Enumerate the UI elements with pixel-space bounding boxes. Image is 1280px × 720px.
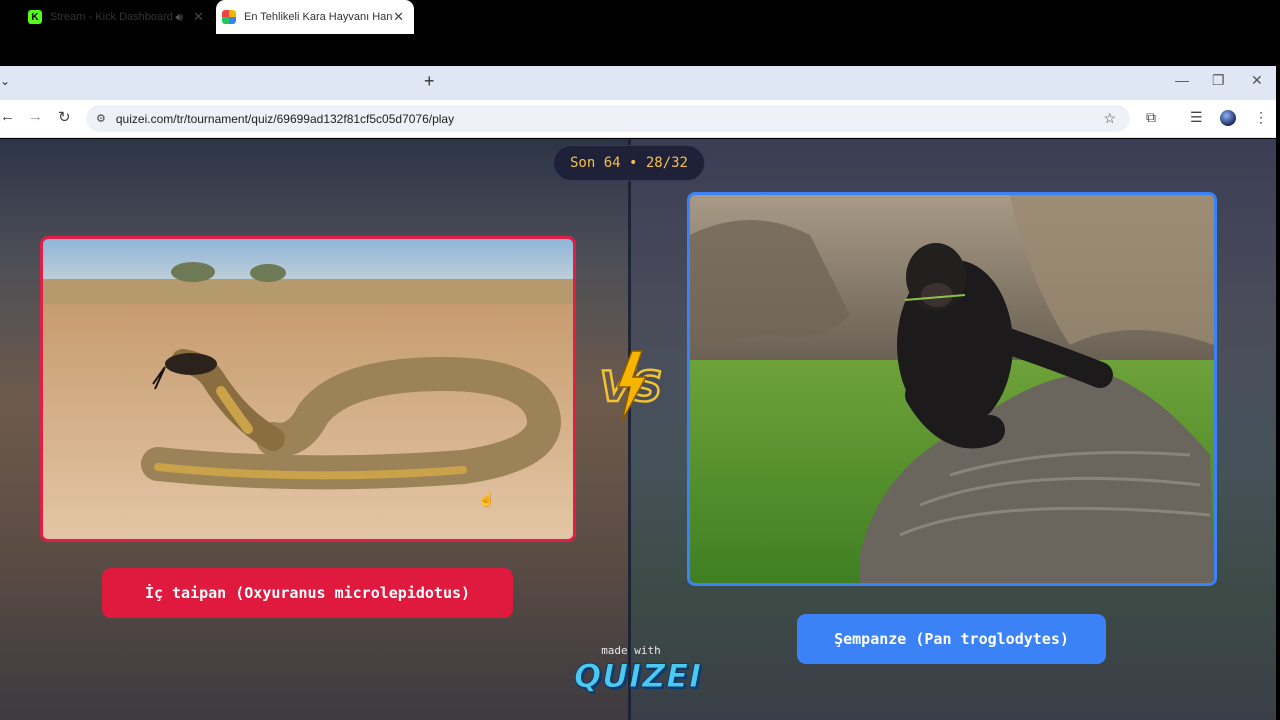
tab-kick-dashboard[interactable]: K Stream - Kick Dashboard 🔊︎ ✕ <box>22 0 214 34</box>
left-choice-card[interactable] <box>40 236 576 542</box>
hand-cursor-icon: ☝ <box>478 491 496 507</box>
right-choice-label: Şempanze (Pan troglodytes) <box>834 630 1069 648</box>
quizei-logo[interactable]: QUIZEI <box>574 657 702 696</box>
back-icon[interactable]: ← <box>0 108 15 125</box>
minimize-icon[interactable]: — <box>1175 72 1189 88</box>
profile-avatar[interactable] <box>1220 110 1236 126</box>
maximize-icon[interactable]: ❐ <box>1212 72 1225 89</box>
reload-icon[interactable]: ↻ <box>58 108 71 126</box>
quiz-page: Son 64 • 28/32 VS <box>0 139 1276 720</box>
forward-icon[interactable]: → <box>28 108 43 125</box>
site-info-icon[interactable]: ⚙ <box>96 112 106 125</box>
kick-icon: K <box>28 10 42 24</box>
quizei-icon <box>222 10 236 24</box>
tab-quizei-active[interactable]: En Tehlikeli Kara Hayvanı Hangi ✕ <box>216 0 414 34</box>
bookmark-star-icon[interactable]: ☆ <box>1103 110 1116 127</box>
round-progress-text: Son 64 • 28/32 <box>569 155 688 171</box>
tab-label: Stream - Kick Dashboard <box>50 11 173 23</box>
media-control-icon[interactable]: ☰ <box>1190 109 1203 126</box>
extensions-icon[interactable]: ⧉ <box>1146 109 1156 126</box>
new-tab-button[interactable]: + <box>424 71 435 92</box>
footer-caption: made with <box>601 644 661 657</box>
versus-emblem: VS <box>588 349 674 423</box>
right-choice-card[interactable] <box>687 192 1217 586</box>
tab-label: En Tehlikeli Kara Hayvanı Hangi <box>244 11 394 23</box>
chimpanzee-image <box>690 195 1214 583</box>
close-tab-icon[interactable]: ✕ <box>393 9 404 25</box>
tab-search-icon[interactable]: ⌄ <box>0 74 10 88</box>
speaker-icon[interactable]: 🔊︎ <box>176 10 184 25</box>
url-text[interactable]: quizei.com/tr/tournament/quiz/69699ad132… <box>116 112 454 126</box>
close-tab-icon[interactable]: ✕ <box>193 9 204 25</box>
close-window-icon[interactable]: ✕ <box>1251 72 1263 89</box>
menu-icon[interactable]: ⋮ <box>1254 109 1268 126</box>
left-choice-label: İç taipan (Oxyuranus microlepidotus) <box>144 584 471 602</box>
tab-strip <box>0 66 1276 100</box>
center-divider <box>628 139 631 720</box>
address-bar[interactable]: ⚙ quizei.com/tr/tournament/quiz/69699ad1… <box>86 105 1130 132</box>
right-choice-button[interactable]: Şempanze (Pan troglodytes) <box>797 614 1106 664</box>
left-choice-button[interactable]: İç taipan (Oxyuranus microlepidotus) <box>102 568 513 618</box>
round-progress-badge: Son 64 • 28/32 <box>553 145 705 181</box>
